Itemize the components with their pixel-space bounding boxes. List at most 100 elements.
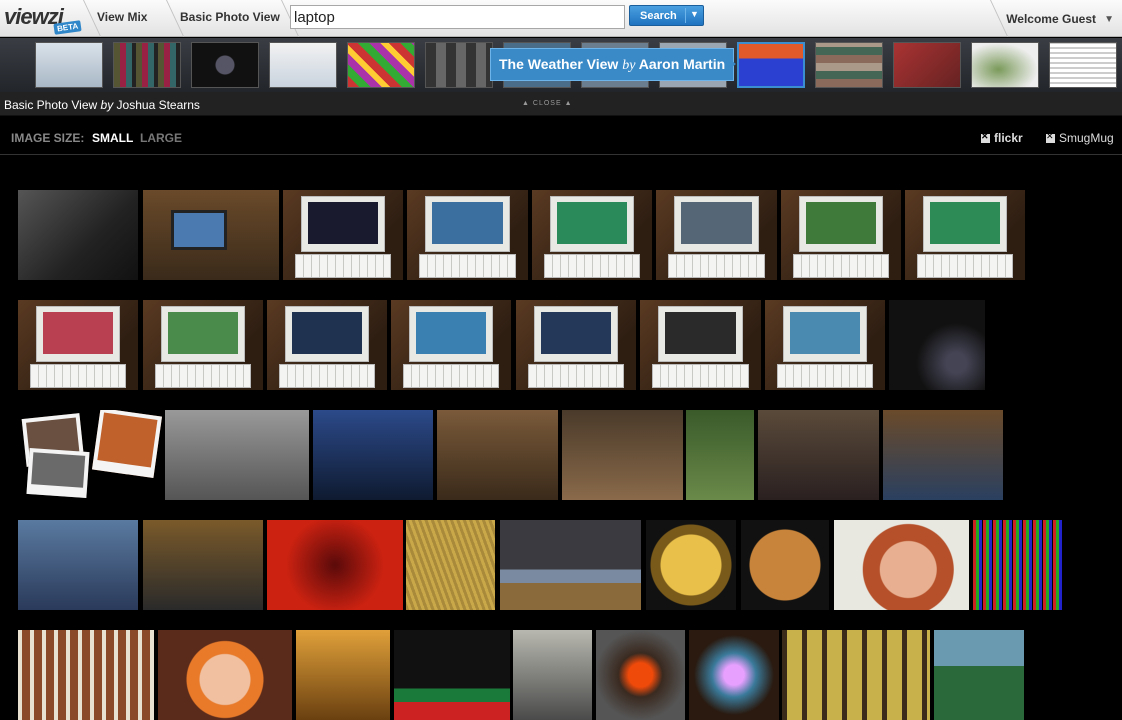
photo-crib[interactable] bbox=[18, 630, 154, 720]
search-button[interactable]: Search ▼ bbox=[629, 5, 704, 26]
tooltip-by: by bbox=[622, 58, 636, 73]
photo-laptop-green[interactable] bbox=[532, 190, 652, 280]
laptop-screen bbox=[681, 202, 752, 244]
photo-palm-tree[interactable] bbox=[934, 630, 1024, 720]
photo-boy-computer[interactable] bbox=[18, 520, 138, 610]
photo-laptop-green-2[interactable] bbox=[905, 190, 1025, 280]
mix-thumb[interactable] bbox=[35, 42, 103, 88]
laptop-keyboard bbox=[30, 364, 126, 388]
current-view-title: Basic Photo View by Joshua Stearns bbox=[4, 98, 200, 112]
mix-thumb[interactable] bbox=[1049, 42, 1117, 88]
laptop-keyboard bbox=[295, 254, 391, 278]
photo-women-laptop[interactable] bbox=[883, 410, 1003, 500]
photo-laptop-desktop[interactable] bbox=[143, 300, 263, 390]
photo-guitar-player[interactable] bbox=[513, 630, 592, 720]
source-smugmug-toggle[interactable]: SmugMug bbox=[1046, 131, 1114, 145]
photo-laptop-terminal[interactable] bbox=[283, 190, 403, 280]
size-small-option[interactable]: SMALL bbox=[92, 131, 133, 145]
laptop-body bbox=[799, 196, 883, 252]
photo-red-chair[interactable] bbox=[267, 520, 403, 610]
photo-santa-laptop[interactable] bbox=[394, 630, 510, 720]
beta-badge: BETA bbox=[53, 20, 82, 35]
separator bbox=[990, 0, 1002, 37]
photo-woman-portrait[interactable] bbox=[834, 520, 969, 610]
photo-laptop-install[interactable] bbox=[407, 190, 528, 280]
photo-painted-laptop[interactable] bbox=[437, 410, 558, 500]
photo-laptop-side[interactable] bbox=[296, 630, 390, 720]
photo-bag-ivy[interactable] bbox=[686, 410, 754, 500]
laptop-screen bbox=[806, 202, 876, 244]
laptop-screen bbox=[416, 312, 486, 354]
photo-pocket-watch[interactable] bbox=[646, 520, 736, 610]
welcome-guest[interactable]: Welcome Guest bbox=[1006, 12, 1096, 26]
photo-laptop-wallpaper[interactable] bbox=[781, 190, 901, 280]
photo-laptop-table[interactable] bbox=[758, 410, 879, 500]
photo-gem[interactable] bbox=[689, 630, 779, 720]
nav-basic-photo-view[interactable]: Basic Photo View bbox=[180, 10, 280, 24]
mix-thumb[interactable] bbox=[971, 42, 1039, 88]
mix-thumb[interactable] bbox=[893, 42, 961, 88]
laptop-screen bbox=[541, 312, 611, 354]
laptop-keyboard bbox=[155, 364, 251, 388]
photo-night-city[interactable] bbox=[889, 300, 985, 390]
mix-thumb[interactable] bbox=[815, 42, 883, 88]
photo-laptop-dialog[interactable] bbox=[656, 190, 777, 280]
photo-child-helmet[interactable] bbox=[158, 630, 292, 720]
mix-thumb[interactable] bbox=[425, 42, 493, 88]
laptop-keyboard bbox=[917, 254, 1013, 278]
source-flickr-label: flickr bbox=[994, 131, 1023, 145]
photo-laptop-red-screen[interactable] bbox=[18, 300, 138, 390]
laptop-keyboard bbox=[419, 254, 516, 278]
photo-rgb-pixels[interactable] bbox=[973, 520, 1063, 610]
laptop-keyboard bbox=[668, 254, 765, 278]
photo-laptop-menu[interactable] bbox=[516, 300, 636, 390]
photo-white-laptop[interactable] bbox=[562, 410, 683, 500]
top-bar: viewzi BETA View Mix Basic Photo View Se… bbox=[0, 0, 1122, 37]
photo-laptop-boot[interactable] bbox=[267, 300, 387, 390]
mix-thumb-weather[interactable] bbox=[737, 42, 805, 88]
close-label: CLOSE bbox=[532, 100, 562, 107]
photo-grey-prints[interactable] bbox=[165, 410, 309, 500]
weather-view-tooltip[interactable]: The Weather View by Aaron Martin bbox=[490, 48, 735, 81]
photo-laptop-blue[interactable] bbox=[313, 410, 433, 500]
mix-thumb[interactable] bbox=[347, 42, 415, 88]
photo-laptop-on-desk[interactable] bbox=[143, 190, 279, 280]
mix-thumb[interactable] bbox=[269, 42, 337, 88]
photo-bread[interactable] bbox=[741, 520, 829, 610]
separator bbox=[83, 0, 95, 37]
checkbox-icon[interactable] bbox=[981, 131, 990, 143]
laptop-keyboard bbox=[279, 364, 375, 388]
photo-wheat-field[interactable] bbox=[406, 520, 495, 610]
search-button-divider bbox=[685, 8, 686, 23]
laptop-keyboard bbox=[544, 254, 640, 278]
polaroid-print bbox=[91, 410, 162, 479]
photo-laptop-console[interactable] bbox=[640, 300, 761, 390]
view-info-bar: Basic Photo View by Joshua Stearns ▲ CLO… bbox=[0, 92, 1122, 116]
laptop-keyboard bbox=[528, 364, 624, 388]
tooltip-title: The Weather View bbox=[499, 56, 619, 72]
photo-forest[interactable] bbox=[782, 630, 930, 720]
mix-thumb[interactable] bbox=[113, 42, 181, 88]
size-large-option[interactable]: LARGE bbox=[140, 131, 182, 145]
photo-laptop-landscape[interactable] bbox=[765, 300, 885, 390]
photo-laptop-sky[interactable] bbox=[391, 300, 511, 390]
photo-storm-tree[interactable] bbox=[500, 520, 641, 610]
photo-keyboard-closeup[interactable] bbox=[18, 190, 138, 280]
chevron-down-icon[interactable]: ▼ bbox=[690, 9, 699, 19]
laptop-screen bbox=[930, 202, 1000, 244]
view-author[interactable]: Joshua Stearns bbox=[117, 98, 200, 112]
laptop-body bbox=[161, 306, 245, 362]
laptop-keyboard bbox=[652, 364, 749, 388]
chevron-down-icon[interactable]: ▼ bbox=[1104, 14, 1114, 25]
photo-fireplace[interactable] bbox=[596, 630, 685, 720]
search-input[interactable] bbox=[290, 5, 625, 29]
mix-thumb[interactable] bbox=[191, 42, 259, 88]
photo-laptop-browser[interactable] bbox=[143, 520, 263, 610]
close-strip-link[interactable]: ▲ CLOSE ▲ bbox=[522, 100, 573, 107]
source-flickr-toggle[interactable]: flickr bbox=[981, 131, 1023, 145]
laptop-body bbox=[923, 196, 1007, 252]
nav-view-mix[interactable]: View Mix bbox=[97, 10, 147, 24]
photo-polaroids[interactable] bbox=[18, 410, 162, 500]
image-size-bar: IMAGE SIZE: SMALL LARGE flickr SmugMug bbox=[0, 117, 1122, 155]
checkbox-icon[interactable] bbox=[1046, 131, 1055, 143]
